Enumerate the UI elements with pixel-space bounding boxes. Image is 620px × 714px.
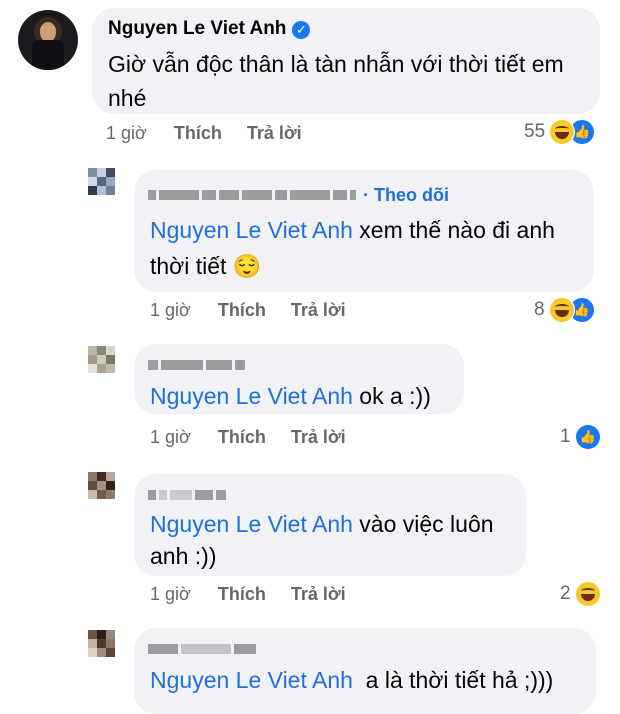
reply-time[interactable]: 1 giờ [150,427,191,447]
reply-text-line-2: anh :)) [150,543,217,569]
haha-icon [548,297,575,323]
reply-text: a là thời tiết hả ;))) [352,667,554,693]
comment-reply-button[interactable]: Trả lời [247,123,302,143]
reply-bubble: · Theo dõi Nguyen Le Viet Anh xem thế nà… [134,170,594,292]
reply-actions: 1 giờ Thích Trả lời [150,427,346,448]
reply-reply-button[interactable]: Trả lời [291,427,346,447]
reply-text: xem thế nào đi anh [352,217,555,243]
reply-bubble: Nguyen Le Viet Anh ok a :)) [134,344,464,414]
reply-time[interactable]: 1 giờ [150,584,191,604]
reply-avatar[interactable] [88,346,124,382]
reply-avatar[interactable] [88,630,124,666]
author-avatar[interactable] [18,10,78,70]
reply-time[interactable]: 1 giờ [150,300,191,320]
reply-author-obscured [148,356,248,374]
comment-author-name[interactable]: Nguyen Le Viet Anh [108,18,286,39]
reply-text-line-1: Nguyen Le Viet Anh xem thế nào đi anh [150,212,555,248]
mention-link[interactable]: Nguyen Le Viet Anh [150,383,353,409]
reply-actions: 1 giờ Thích Trả lời [150,300,346,321]
like-icon: 👍 [574,424,601,450]
reply-avatar[interactable] [88,472,124,508]
comment-reactions[interactable]: 55 👍 [524,119,596,145]
reaction-count: 8 [534,299,545,320]
reaction-count: 2 [560,583,571,604]
mention-link[interactable]: Nguyen Le Viet Anh [150,217,353,243]
haha-icon [549,119,576,145]
reply-bubble: Nguyen Le Viet Anh vào việc luôn anh :)) [134,474,526,576]
reply-actions: 1 giờ Thích Trả lời [150,584,346,605]
reply-text: ok a :)) [352,383,431,409]
reply-author-obscured [148,640,259,658]
reply-reply-button[interactable]: Trả lời [291,300,346,320]
reply-bubble: Nguyen Le Viet Anh a là thời tiết hả ;))… [134,628,596,714]
reply-text-line-1: Nguyen Le Viet Anh ok a :)) [150,378,431,414]
reply-like-button[interactable]: Thích [218,584,266,604]
follow-link[interactable]: · Theo dõi [363,185,449,206]
reply-avatar[interactable] [88,168,124,204]
reply-text-line-1: Nguyen Le Viet Anh a là thời tiết hả ;))… [150,662,553,698]
verified-check-icon: ✓ [292,20,311,39]
avatar-suit [32,40,64,70]
reply-reactions[interactable]: 8 👍 [534,297,595,323]
reply-reactions[interactable]: 1 👍 [560,424,601,450]
mention-link[interactable]: Nguyen Le Viet Anh [150,511,353,537]
comment-time[interactable]: 1 giờ [106,123,147,143]
reply-like-button[interactable]: Thích [218,300,266,320]
comment-text-line-2: nhé [108,85,147,111]
comment-text-line-1: Giờ vẫn độc thân là tàn nhẫn với thời ti… [108,51,564,77]
comment-actions: 1 giờ Thích Trả lời [106,123,302,144]
mention-link[interactable]: Nguyen Le Viet Anh [150,667,353,693]
comment-like-button[interactable]: Thích [174,123,222,143]
reply-reply-button[interactable]: Trả lời [291,584,346,604]
reaction-count: 1 [560,426,571,447]
avatar-face [40,22,56,42]
reply-author-obscured: · Theo dõi [148,184,449,206]
reply-text-line-2: thời tiết 😌 [150,253,262,279]
haha-icon [574,581,601,607]
reply-reactions[interactable]: 2 [560,581,601,607]
reply-text-line-1: Nguyen Le Viet Anh vào việc luôn [150,506,494,542]
reply-text: vào việc luôn [352,511,494,537]
reply-like-button[interactable]: Thích [218,427,266,447]
reaction-count: 55 [524,121,546,142]
comment-bubble: Nguyen Le Viet Anh ✓ Giờ vẫn độc thân là … [92,8,600,114]
reply-author-obscured [148,486,229,504]
